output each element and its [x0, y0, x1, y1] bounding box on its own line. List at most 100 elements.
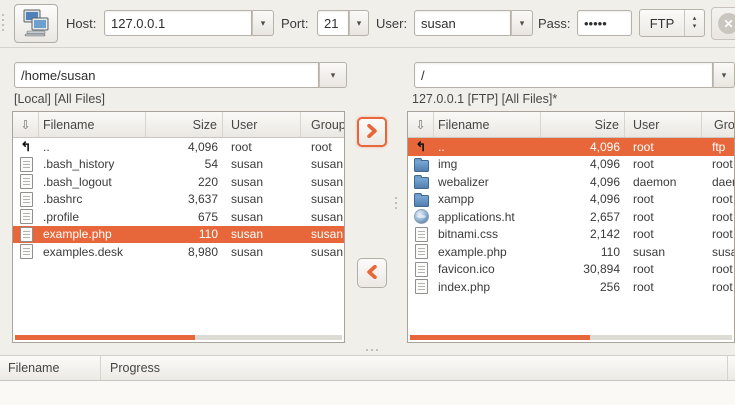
port-label: Port: [281, 16, 308, 31]
local-header-filename[interactable]: Filename [39, 112, 146, 137]
sort-arrow-icon: ⇩ [415, 118, 425, 132]
table-row[interactable]: index.php 256 root root [408, 278, 734, 296]
port-input[interactable] [317, 10, 349, 36]
file-user: root [223, 140, 301, 154]
file-name: .bashrc [39, 192, 146, 206]
file-type-icon [20, 174, 33, 189]
file-user: susan [223, 245, 301, 259]
remote-path-dropdown-button[interactable]: ▾ [713, 62, 735, 88]
scrollbar-thumb[interactable] [15, 335, 195, 340]
table-row[interactable]: xampp 4,096 root root [408, 191, 734, 209]
file-size: 2,142 [541, 227, 625, 241]
file-user: root [625, 192, 702, 206]
file-user: root [625, 280, 702, 294]
table-row[interactable]: examples.desk 8,980 susan susan [13, 243, 344, 261]
file-group: daemon [702, 175, 734, 189]
queue-splitter-handle[interactable] [366, 349, 378, 351]
remote-header-filename[interactable]: Filename [434, 112, 541, 137]
file-size: 54 [146, 157, 223, 171]
table-row[interactable]: .profile 675 susan susan [13, 208, 344, 226]
file-size: 256 [541, 280, 625, 294]
table-row[interactable]: example.php 110 susan susan [408, 243, 734, 261]
file-type-icon [415, 227, 428, 242]
queue-header-progress[interactable]: Progress [101, 356, 728, 380]
table-row[interactable]: example.php 110 susan susan [13, 226, 344, 244]
connect-button[interactable] [14, 4, 58, 43]
file-name: example.php [39, 227, 146, 241]
transfer-queue-list[interactable] [0, 381, 735, 405]
transfer-left-icon [366, 265, 378, 282]
spinner-arrows[interactable]: ▴ ▾ [685, 10, 704, 36]
remote-header-group[interactable]: Group [702, 112, 734, 137]
file-user: susan [223, 157, 301, 171]
toolbar-drag-handle[interactable] [2, 14, 4, 31]
file-name: examples.desk [39, 245, 146, 259]
file-name: index.php [434, 280, 541, 294]
local-header-sort[interactable]: ⇩ [13, 112, 39, 137]
file-type-icon [414, 139, 428, 154]
local-horizontal-scrollbar[interactable] [15, 335, 342, 340]
file-group: root [702, 192, 734, 206]
local-header-group[interactable]: Group [301, 112, 344, 137]
local-rows: .. 4,096 root root .bash_history 54 susa… [13, 138, 344, 335]
file-size: 4,096 [541, 140, 625, 154]
local-path-input[interactable] [14, 62, 319, 88]
port-dropdown-button[interactable]: ▾ [349, 10, 369, 36]
table-row[interactable]: .bash_logout 220 susan susan [13, 173, 344, 191]
host-dropdown-button[interactable]: ▾ [252, 10, 274, 36]
file-name: favicon.ico [434, 262, 541, 276]
file-type-icon [20, 227, 33, 242]
table-row[interactable]: img 4,096 root root [408, 156, 734, 174]
transfer-to-remote-button[interactable] [357, 117, 387, 147]
user-input[interactable] [414, 10, 511, 36]
transfer-to-local-button[interactable] [357, 258, 387, 288]
host-input[interactable] [104, 10, 252, 36]
sort-arrow-icon: ⇩ [20, 118, 30, 132]
user-dropdown-button[interactable]: ▾ [511, 10, 533, 36]
file-type-icon [20, 209, 33, 224]
table-row[interactable]: bitnami.css 2,142 root root [408, 226, 734, 244]
table-row[interactable]: webalizer 4,096 daemon daemon [408, 173, 734, 191]
file-type-icon [20, 157, 33, 172]
table-row[interactable]: .bash_history 54 susan susan [13, 156, 344, 174]
file-type-icon [20, 244, 33, 259]
password-input[interactable] [577, 10, 632, 36]
table-row[interactable]: .. 4,096 root ftp [408, 138, 734, 156]
host-label: Host: [66, 16, 96, 31]
local-header-size[interactable]: Size [146, 112, 223, 137]
file-type-icon [20, 192, 33, 207]
file-user: susan [223, 227, 301, 241]
local-path-dropdown-button[interactable]: ▾ [319, 62, 347, 88]
file-group: susan [301, 210, 344, 224]
table-row[interactable]: applications.ht 2,657 root root [408, 208, 734, 226]
file-type-icon [415, 262, 428, 277]
scrollbar-thumb[interactable] [410, 335, 590, 340]
spinner-up-icon: ▴ [693, 15, 697, 23]
file-type-icon [415, 279, 428, 294]
local-header-user[interactable]: User [223, 112, 301, 137]
protocol-selector[interactable]: FTP ▴ ▾ [639, 9, 705, 37]
file-user: susan [223, 192, 301, 206]
remote-header-size[interactable]: Size [541, 112, 625, 137]
transfer-queue-header: Filename Progress [0, 355, 735, 381]
file-group: susan [301, 192, 344, 206]
file-group: root [702, 210, 734, 224]
file-size: 3,637 [146, 192, 223, 206]
disconnect-button[interactable]: ✕ [711, 7, 735, 40]
close-icon: ✕ [718, 13, 735, 34]
remote-header-sort[interactable]: ⇩ [408, 112, 434, 137]
file-group: root [702, 227, 734, 241]
remote-horizontal-scrollbar[interactable] [410, 335, 732, 340]
pane-splitter-handle[interactable] [395, 197, 397, 209]
remote-list-header: ⇩ Filename Size User Group [408, 112, 734, 138]
file-type-icon [414, 195, 429, 207]
file-user: susan [625, 245, 702, 259]
chevron-down-icon: ▾ [722, 70, 727, 81]
queue-header-filename[interactable]: Filename [0, 356, 101, 380]
table-row[interactable]: .. 4,096 root root [13, 138, 344, 156]
table-row[interactable]: .bashrc 3,637 susan susan [13, 191, 344, 209]
table-row[interactable]: favicon.ico 30,894 root root [408, 261, 734, 279]
toolbar: Host: ▾ Port: ▾ User: ▾ Pass: FTP ▴ ▾ ✕ [0, 0, 735, 48]
remote-header-user[interactable]: User [625, 112, 702, 137]
remote-path-input[interactable] [414, 62, 713, 88]
